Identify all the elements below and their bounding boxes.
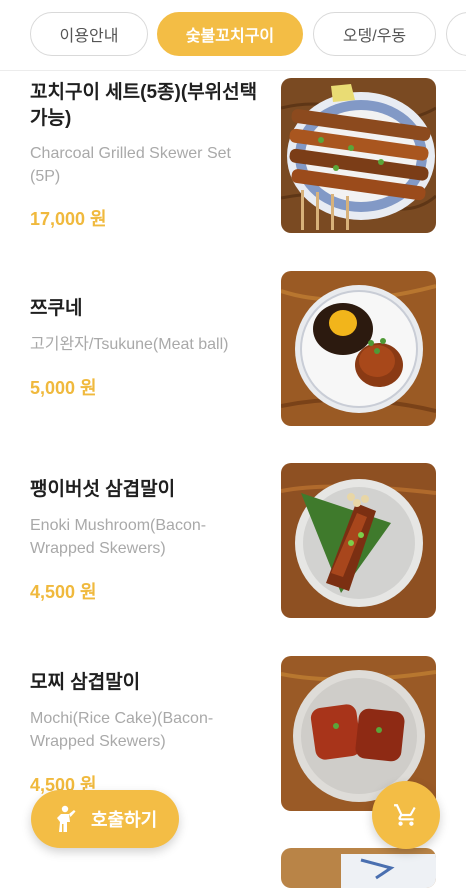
menu-item-name: 쯔쿠네 [30, 298, 83, 319]
category-tab-bar: 이용안내 숯불꼬치구이 오뎅/우동 [0, 0, 466, 71]
skewer-set-photo [281, 78, 436, 233]
call-staff-label: 호출하기 [91, 810, 158, 830]
call-staff-button[interactable]: 호출하기 [31, 790, 179, 848]
menu-item-price: 17,000 원 [30, 209, 107, 229]
tab-next[interactable] [446, 12, 466, 56]
tsukune-photo [281, 271, 436, 426]
next-item-photo [281, 848, 436, 888]
person-icon [57, 805, 76, 832]
enoki-bacon-photo [281, 463, 436, 618]
cart-icon [394, 804, 416, 826]
menu-item-description: Charcoal Grilled Skewer Set (5P) [30, 145, 231, 185]
menu-item-name: 꼬치구이 세트(5종)(부위선택 가능) [30, 82, 258, 129]
tab-info[interactable]: 이용안내 [30, 12, 148, 56]
menu-item-description: Enoki Mushroom(Bacon-Wrapped Skewers) [30, 517, 207, 557]
cart-button[interactable] [372, 781, 440, 849]
menu-item-price: 4,500 원 [30, 582, 97, 602]
tab-charcoal-skewers[interactable]: 숯불꼬치구이 [157, 12, 303, 56]
menu-item-name: 모찌 삼겹말이 [30, 672, 141, 693]
menu-item-name: 팽이버섯 삼겹말이 [30, 479, 176, 500]
tab-oden-udon[interactable]: 오뎅/우동 [313, 12, 436, 56]
menu-item-description: 고기완자/Tsukune(Meat ball) [30, 336, 229, 353]
menu-item-description: Mochi(Rice Cake)(Bacon-Wrapped Skewers) [30, 710, 214, 750]
menu-item-price: 5,000 원 [30, 378, 97, 398]
